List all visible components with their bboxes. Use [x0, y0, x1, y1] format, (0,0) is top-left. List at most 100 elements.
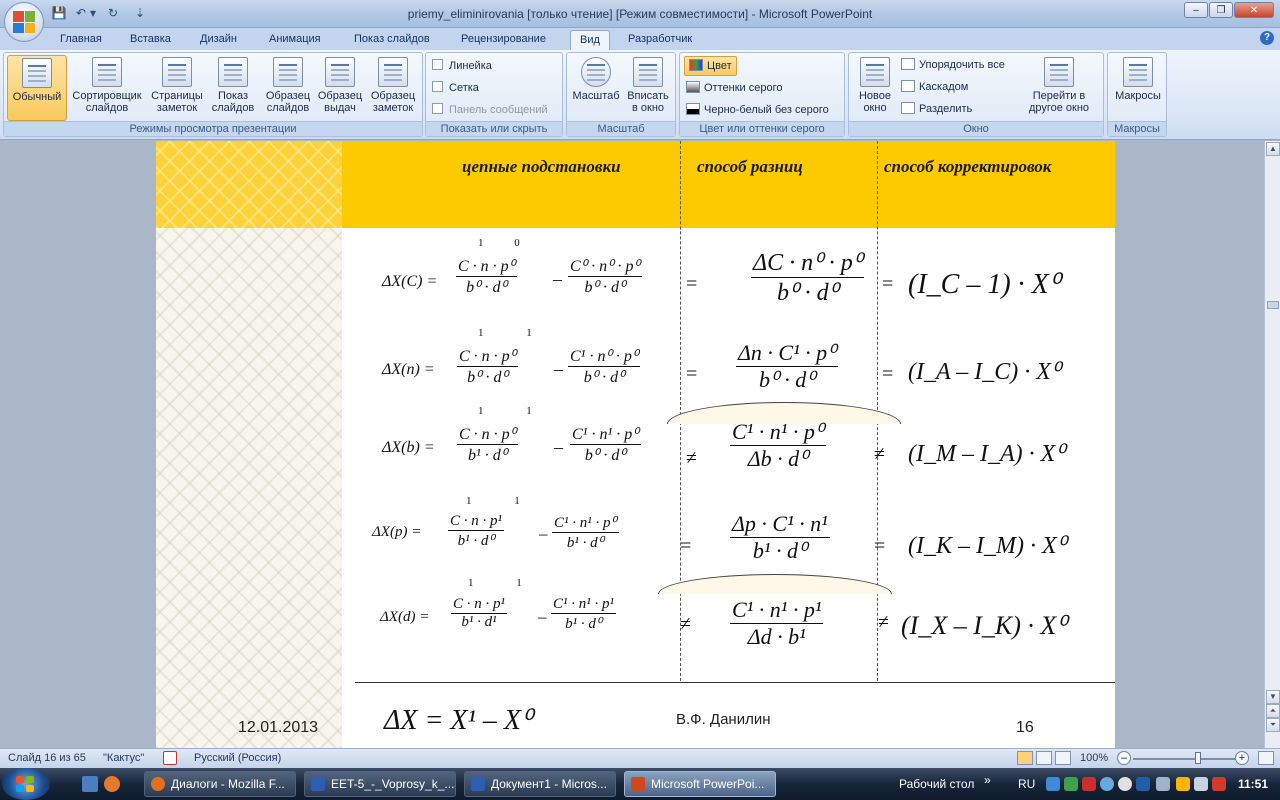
desktop-toolbar-label[interactable]: Рабочий стол — [899, 777, 974, 791]
show-desktop-icon[interactable] — [82, 776, 98, 792]
maximize-button[interactable]: ❐ — [1209, 2, 1233, 18]
tab-review[interactable]: Рецензирование — [453, 30, 554, 50]
group-label-show-hide: Показать или скрыть — [426, 121, 562, 136]
taskbar-item-powerpoint[interactable]: Microsoft PowerPoi... — [624, 771, 776, 797]
minimize-button[interactable]: – — [1184, 2, 1208, 18]
antivirus-icon[interactable] — [1082, 777, 1096, 791]
taskbar-item-word-eet[interactable]: EET-5_-_Voprosy_k_... — [304, 771, 456, 797]
office-button[interactable] — [4, 2, 44, 42]
notes-page-button[interactable]: Страницы заметок — [147, 55, 207, 121]
normal-view-button[interactable]: Обычный — [7, 55, 67, 121]
slide-sorter-icon — [92, 57, 122, 87]
tray-app-icon[interactable] — [1136, 777, 1150, 791]
slide-master-button[interactable]: Образец слайдов — [262, 55, 314, 121]
zoom-slider-track[interactable] — [1133, 758, 1237, 760]
zoom-out-icon[interactable]: – — [1117, 751, 1131, 765]
zoom-slider-thumb[interactable] — [1194, 752, 1201, 764]
scroll-up-icon[interactable]: ▲ — [1266, 142, 1280, 156]
scroll-thumb[interactable] — [1267, 301, 1279, 309]
formula-superscripts: 1 0 — [478, 237, 534, 249]
black-white-button[interactable]: Черно-белый без серого — [686, 101, 829, 119]
formula-superscripts: 1 1 — [468, 577, 542, 589]
tab-slideshow[interactable]: Показ слайдов — [346, 30, 438, 50]
fraction-denominator: b⁰ · d⁰ — [584, 279, 626, 296]
slideshow-button[interactable]: Показ слайдов — [208, 55, 258, 121]
vertical-scrollbar[interactable]: ▲ ▼ ⏶ ⏷ — [1264, 141, 1280, 748]
volume-icon[interactable] — [1194, 777, 1208, 791]
footer-author: В.Ф. Данилин — [676, 711, 771, 728]
taskbar-item-firefox[interactable]: Диалоги - Mozilla F... — [144, 771, 296, 797]
slide[interactable]: цепные подстановки способ разниц способ … — [156, 141, 1115, 748]
group-presentation-views: Обычный Сортировщик слайдов Страницы зам… — [3, 52, 423, 137]
tab-view[interactable]: Вид — [570, 30, 610, 50]
color-button[interactable]: Цвет — [684, 56, 737, 76]
zoom-percent[interactable]: 100% — [1080, 752, 1108, 764]
fit-slide-status-icon[interactable] — [1258, 751, 1274, 765]
message-bar-checkbox[interactable]: Панель сообщений — [432, 101, 548, 119]
cascade-icon — [901, 80, 915, 92]
slideshow-status-icon[interactable] — [1055, 751, 1071, 765]
slide-master-icon — [273, 57, 303, 87]
start-button[interactable] — [2, 768, 50, 800]
relation-sign: = — [680, 535, 692, 557]
slide-sorter-status-icon[interactable] — [1036, 751, 1052, 765]
firefox-quicklaunch-icon[interactable] — [104, 776, 120, 792]
switch-windows-button[interactable]: Перейти в другое окно — [1017, 55, 1101, 121]
zoom-button[interactable]: Масштаб — [570, 55, 622, 121]
language-indicator[interactable]: Русский (Россия) — [194, 752, 281, 764]
tab-home[interactable]: Главная — [52, 30, 110, 50]
notes-master-icon — [378, 57, 408, 87]
tray-app-icon[interactable] — [1046, 777, 1060, 791]
new-window-icon — [860, 57, 890, 87]
close-button[interactable]: ✕ — [1234, 2, 1274, 18]
fraction-numerator: C⁰ · n⁰ · p⁰ — [568, 258, 642, 277]
minus-sign: – — [554, 359, 563, 379]
formula-superscripts: 1 1 — [466, 495, 540, 507]
desktop-toolbar-chevron-icon[interactable]: » — [984, 773, 991, 787]
grid-checkbox[interactable]: Сетка — [432, 79, 479, 97]
scroll-down-icon[interactable]: ▼ — [1266, 690, 1280, 704]
taskbar-item-word-doc1[interactable]: Документ1 - Micros... — [464, 771, 616, 797]
tray-app-icon[interactable] — [1100, 777, 1114, 791]
tab-insert[interactable]: Вставка — [122, 30, 179, 50]
tray-app-icon[interactable] — [1212, 777, 1226, 791]
formula-result: (I_C – 1) · X⁰ — [908, 269, 1060, 300]
network-icon[interactable] — [1156, 777, 1170, 791]
slide-sorter-button[interactable]: Сортировщик слайдов — [68, 55, 146, 121]
fraction: ΔC · n⁰ · p⁰ b⁰ · d⁰ — [751, 248, 865, 307]
spellcheck-icon[interactable] — [163, 751, 177, 765]
slide-editing-area[interactable]: цепные подстановки способ разниц способ … — [0, 141, 1264, 748]
zoom-in-icon[interactable]: + — [1235, 751, 1249, 765]
cascade-label: Каскадом — [919, 81, 969, 93]
notes-master-button[interactable]: Образец заметок — [366, 55, 420, 121]
macros-button[interactable]: Макросы — [1111, 55, 1165, 121]
fraction-numerator: C¹ · n⁰ · p⁰ — [568, 348, 641, 367]
new-window-button[interactable]: Новое окно — [852, 55, 898, 121]
column-header-difference-method: способ разниц — [697, 157, 803, 176]
tray-app-icon[interactable] — [1118, 777, 1132, 791]
split-button[interactable]: Разделить — [901, 100, 972, 118]
grayscale-button[interactable]: Оттенки серого — [686, 79, 782, 97]
fraction-denominator: b⁰ · d⁰ — [758, 367, 816, 392]
next-slide-icon[interactable]: ⏷ — [1266, 718, 1280, 732]
cascade-button[interactable]: Каскадом — [901, 78, 968, 96]
fraction-numerator: Δp · C¹ · n¹ — [730, 511, 830, 538]
system-clock[interactable]: 11:51 — [1238, 777, 1268, 791]
help-icon[interactable]: ? — [1260, 31, 1274, 45]
tab-animation[interactable]: Анимация — [261, 30, 329, 50]
tray-app-icon[interactable] — [1064, 777, 1078, 791]
taskbar: Диалоги - Mozilla F... EET-5_-_Voprosy_k… — [0, 768, 1280, 800]
tab-developer[interactable]: Разработчик — [620, 30, 700, 50]
powerpoint-icon — [631, 777, 645, 791]
tray-app-icon[interactable] — [1176, 777, 1190, 791]
previous-slide-icon[interactable]: ⏶ — [1266, 704, 1280, 718]
language-bar[interactable]: RU — [1018, 777, 1035, 791]
handout-master-button[interactable]: Образец выдач — [314, 55, 366, 121]
normal-view-status-icon[interactable] — [1017, 751, 1033, 765]
fit-to-window-button[interactable]: Вписать в окно — [623, 55, 673, 121]
relation-sign: ≠ — [686, 447, 697, 469]
ruler-checkbox[interactable]: Линейка — [432, 57, 492, 75]
theme-name[interactable]: "Кактус" — [103, 752, 144, 764]
arrange-all-button[interactable]: Упорядочить все — [901, 56, 1005, 74]
tab-design[interactable]: Дизайн — [192, 30, 245, 50]
